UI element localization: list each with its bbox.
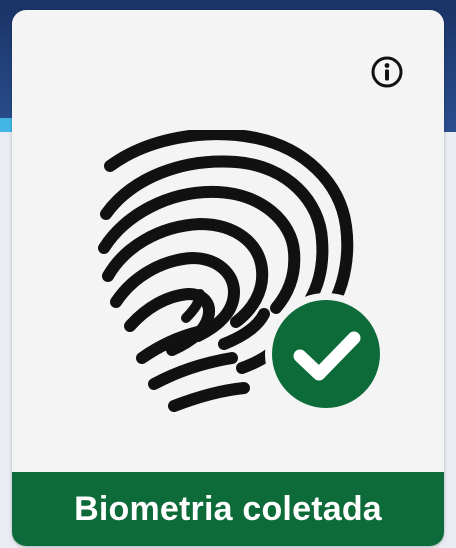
status-bar: Biometria coletada <box>12 472 444 546</box>
status-label: Biometria coletada <box>74 489 382 528</box>
biometric-status-card: Biometria coletada <box>12 10 444 546</box>
check-circle-icon <box>265 293 387 415</box>
fingerprint-icon <box>98 130 387 415</box>
info-button[interactable] <box>370 55 404 89</box>
info-icon <box>371 56 403 88</box>
